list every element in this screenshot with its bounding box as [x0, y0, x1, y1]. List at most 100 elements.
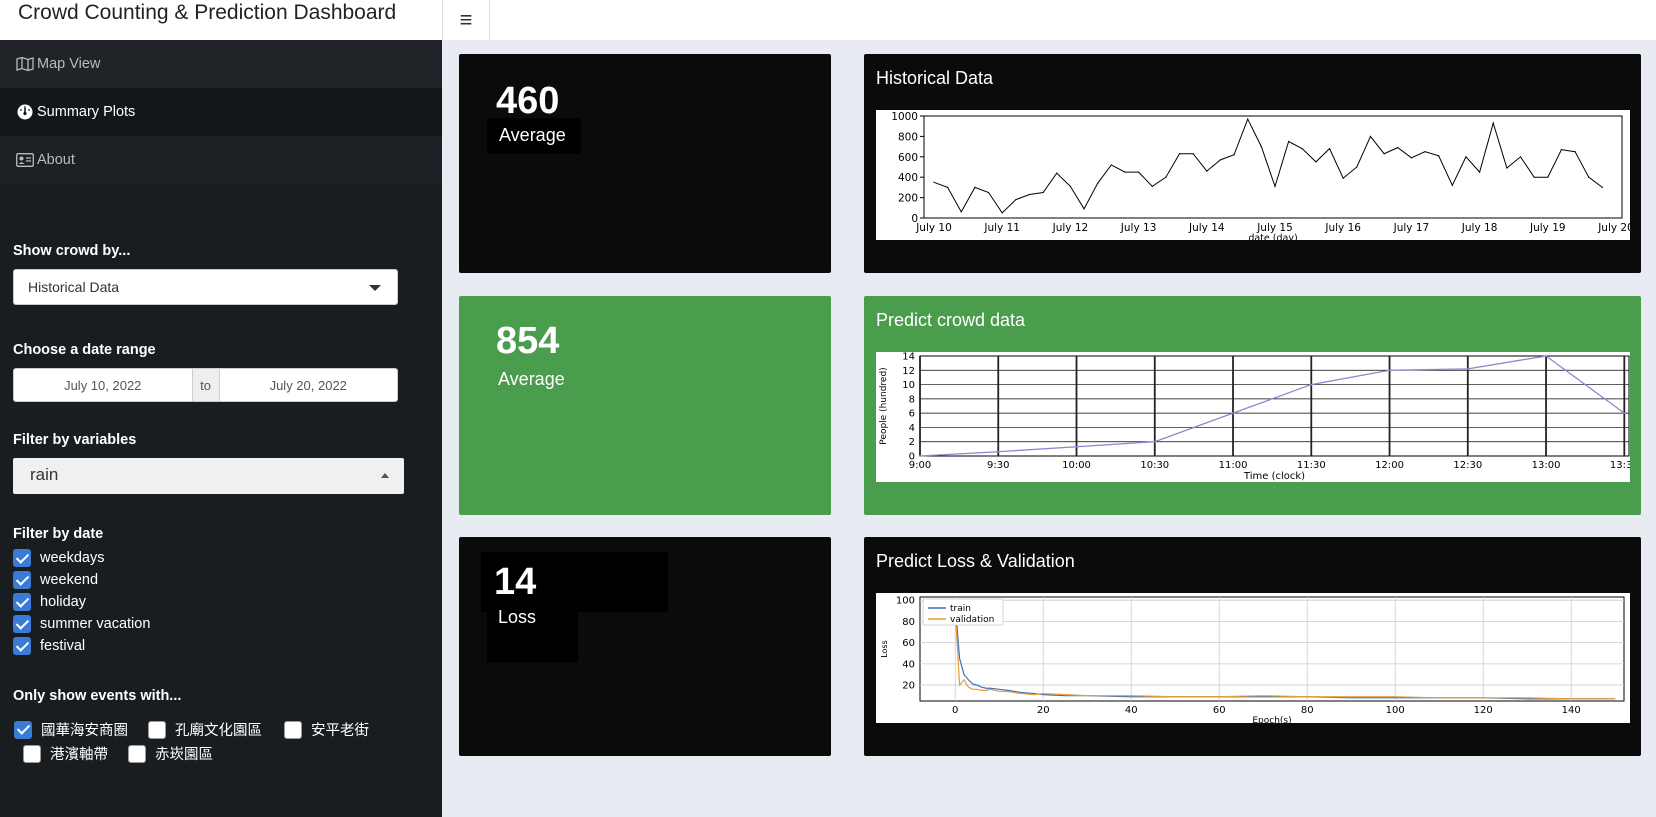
data-point — [1388, 369, 1391, 372]
checkbox-unchecked-icon[interactable] — [284, 720, 302, 739]
sidebar-item-map-view[interactable]: Map View — [0, 40, 442, 88]
checkbox-label: 孔廟文化園區 — [175, 723, 262, 739]
series-line — [933, 117, 1603, 214]
y-tick-label: 200 — [898, 193, 918, 205]
data-point — [1588, 176, 1590, 178]
x-tick-label: 10:00 — [1062, 460, 1091, 471]
checkbox-checked-icon[interactable] — [13, 637, 31, 655]
checkbox-summer-vacation[interactable]: summer vacation — [13, 615, 150, 633]
value-box-loss: 14 Loss — [459, 537, 831, 756]
value-box-label: Loss — [498, 607, 537, 627]
checkbox-holiday[interactable]: holiday — [13, 593, 86, 611]
date-end-input[interactable]: July 20, 2022 — [220, 369, 398, 401]
x-tick-label: 9:00 — [909, 460, 931, 471]
data-point — [1574, 151, 1576, 153]
checkbox-event-2[interactable]: 孔廟文化園區 — [148, 719, 262, 740]
gauge-icon — [16, 104, 34, 120]
sidebar-item-summary-plots[interactable]: Summary Plots — [0, 88, 442, 136]
checkbox-event-3[interactable]: 安平老街 — [284, 719, 369, 740]
data-point — [1301, 148, 1303, 150]
x-tick-label: 11:30 — [1297, 460, 1326, 471]
checkbox-checked-icon[interactable] — [13, 615, 31, 633]
date-range-separator: to — [191, 369, 220, 401]
predict-line-chart: 024681012149:00 9:30 10:00 10:30 11:00 11:30 1… — [879, 352, 1639, 483]
checkbox-weekend[interactable]: weekend — [13, 571, 98, 589]
x-tick-label: 13:00 — [1532, 460, 1561, 471]
checkbox-checked-icon[interactable] — [14, 720, 32, 739]
checkbox-event-1[interactable]: 國華海安商圈 — [14, 719, 128, 740]
data-point — [1165, 176, 1167, 178]
data-point — [1056, 172, 1058, 174]
legend-label: train — [950, 604, 971, 614]
chart-card-loss: Predict Loss & Validation 0 20 40 60 80 100 12… — [864, 537, 1641, 756]
data-point — [1001, 212, 1003, 214]
checkbox-unchecked-icon[interactable] — [128, 744, 146, 763]
x-tick-label: 12:30 — [1453, 460, 1482, 471]
filter-variables-label: Filter by variables — [13, 432, 137, 448]
data-point — [1192, 153, 1194, 155]
data-point — [1356, 166, 1358, 168]
data-point — [1083, 208, 1085, 210]
data-point — [1151, 185, 1153, 187]
data-point — [997, 450, 1000, 453]
checkbox-unchecked-icon[interactable] — [23, 744, 41, 763]
sidebar: Map View Summary Plots About Show crowd … — [0, 40, 442, 817]
x-tick-label: 11:00 — [1219, 460, 1248, 471]
sidebar-toggle-button[interactable]: ≡ — [442, 0, 490, 40]
checkbox-event-4[interactable]: 港濱軸帶 — [23, 743, 108, 764]
x-axis-label: Time (clock) — [1243, 471, 1305, 482]
data-point — [1465, 156, 1467, 158]
checkbox-label: festival — [40, 638, 86, 654]
filter-variables-select[interactable]: rain — [13, 458, 404, 494]
chart-panel: 0 200 400 600 800 1000 July 10 July 11 July 12 Ju… — [876, 110, 1634, 244]
data-point — [1206, 170, 1208, 172]
checkbox-weekdays[interactable]: weekdays — [13, 549, 104, 567]
x-tick-label: 13:30 — [1610, 460, 1630, 471]
value-box-number: 854 — [496, 320, 560, 362]
checkbox-checked-icon[interactable] — [13, 549, 31, 567]
checkbox-checked-icon[interactable] — [13, 571, 31, 589]
data-point — [1219, 159, 1222, 161]
y-tick-label: 1000 — [891, 111, 918, 123]
y-tick-label: 6 — [909, 409, 915, 420]
x-tick-label: 0 — [952, 705, 958, 716]
data-point — [1383, 153, 1385, 155]
checkbox-label: 國華海安商圈 — [41, 723, 128, 739]
date-start-input[interactable]: July 10, 2022 — [14, 369, 192, 401]
x-tick-label: July 13 — [1120, 222, 1157, 234]
x-tick-label: July 14 — [1188, 222, 1225, 234]
data-point — [1438, 155, 1440, 157]
loss-line-chart: 0 20 40 60 80 100 120 140 20 40 60 80 100 Epoch(s) Los… — [880, 596, 1625, 726]
x-tick-label: 60 — [1213, 705, 1226, 716]
data-point — [1545, 355, 1547, 357]
sidebar-item-label: About — [37, 152, 75, 168]
data-point — [1424, 151, 1426, 153]
plot-frame — [923, 115, 1623, 219]
data-point — [1247, 118, 1249, 120]
data-point — [1069, 185, 1071, 187]
data-point — [1369, 135, 1372, 137]
data-point — [1342, 177, 1344, 179]
checkbox-checked-icon[interactable] — [13, 593, 31, 611]
x-axis-label: date (day) — [1248, 233, 1297, 240]
checkbox-unchecked-icon[interactable] — [148, 720, 166, 739]
y-tick-label: 80 — [902, 617, 915, 628]
y-tick-label: 14 — [902, 352, 915, 363]
data-point — [1260, 146, 1262, 148]
chart-title: Predict Loss & Validation — [876, 551, 1075, 571]
x-tick-label: July 10 — [915, 222, 952, 234]
data-point — [1110, 164, 1112, 166]
series-line — [919, 355, 1625, 457]
show-crowd-select[interactable]: Historical Data — [13, 269, 398, 305]
value-box-average-predict: 854 Average — [459, 296, 831, 515]
data-point — [933, 181, 935, 183]
checkbox-festival[interactable]: festival — [13, 637, 85, 655]
sidebar-item-about[interactable]: About — [0, 136, 442, 184]
checkbox-event-5[interactable]: 赤崁園區 — [128, 743, 213, 764]
chart-card-historical: Historical Data 0 200 400 600 800 1000 July 10… — [864, 54, 1641, 273]
checkbox-label: 赤崁園區 — [155, 747, 213, 763]
series-line-validation — [954, 610, 1616, 700]
data-point — [1178, 153, 1181, 155]
x-tick-label: July 20 — [1597, 222, 1630, 234]
value-box-number: 460 — [496, 80, 560, 122]
